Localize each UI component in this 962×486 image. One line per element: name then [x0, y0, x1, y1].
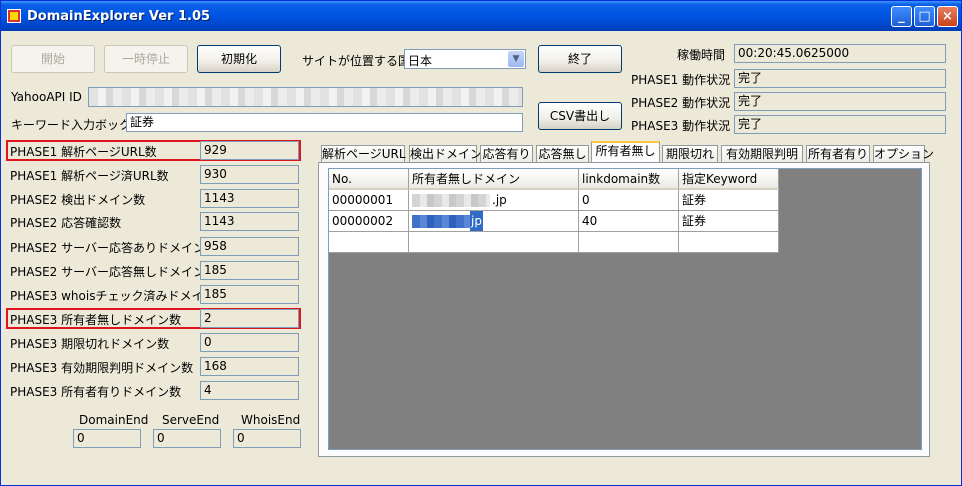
main-window: DomainExplorer Ver 1.05 _ □ × 開始 一時停止 初期… — [0, 0, 962, 486]
stat-value: 1143 — [200, 212, 299, 231]
cell-linkdomain[interactable]: 40 — [579, 211, 679, 232]
tab-response-no[interactable]: 応答無し — [536, 145, 589, 163]
domain-end-value: 0 — [73, 429, 141, 448]
title-bar[interactable]: DomainExplorer Ver 1.05 _ □ × — [1, 1, 961, 31]
stat-value: 2 — [200, 309, 299, 328]
app-icon — [7, 9, 21, 23]
stat-value: 1143 — [200, 189, 299, 208]
stat-label: PHASE3 期限切れドメイン数 — [10, 337, 170, 351]
column-header-no[interactable]: No. — [329, 169, 409, 190]
api-id-label: YahooAPI ID — [11, 90, 82, 104]
serve-end-value: 0 — [153, 429, 221, 448]
api-id-input[interactable] — [88, 87, 523, 107]
chevron-down-icon[interactable]: ▼ — [508, 51, 524, 67]
stat-value: 930 — [200, 165, 299, 184]
country-select-value: 日本 — [408, 54, 433, 68]
stat-value: 958 — [200, 237, 299, 256]
tab-no-owner[interactable]: 所有者無し — [591, 141, 660, 163]
phase3-status-label: PHASE3 動作状況 — [631, 119, 731, 133]
site-location-label: サイトが位置する国 — [302, 54, 411, 68]
serve-end-label: ServeEnd — [162, 413, 220, 427]
new-row-cell[interactable] — [679, 232, 779, 253]
csv-export-button[interactable]: CSV書出し — [538, 102, 622, 130]
exit-button[interactable]: 終了 — [538, 45, 622, 73]
domain-text: .jp — [492, 193, 507, 207]
stat-label: PHASE2 応答確認数 — [10, 216, 122, 230]
tab-response-yes[interactable]: 応答有り — [480, 145, 533, 163]
stat-label: PHASE3 whoisチェック済みドメイン数 — [10, 289, 228, 303]
stat-label: PHASE3 所有者有りドメイン数 — [10, 385, 182, 399]
phase1-status-label: PHASE1 動作状況 — [631, 73, 731, 87]
cell-domain[interactable]: .jp — [409, 190, 579, 211]
redacted-text — [412, 215, 470, 228]
runtime-label: 稼働時間 — [677, 48, 726, 62]
maximize-icon[interactable]: □ — [914, 6, 935, 27]
country-select[interactable]: 日本 ▼ — [404, 49, 526, 69]
whois-end-label: WhoisEnd — [241, 413, 301, 427]
tab-expired[interactable]: 期限切れ — [662, 145, 718, 163]
stat-value: 0 — [200, 333, 299, 352]
keyword-input[interactable]: 証券 — [126, 113, 523, 132]
keyword-label: キーワード入力ボックス — [11, 118, 143, 132]
pause-button[interactable]: 一時停止 — [104, 45, 188, 73]
stat-label: PHASE3 有効期限判明ドメイン数 — [10, 361, 194, 375]
stat-value: 4 — [200, 381, 299, 400]
column-header-domain[interactable]: 所有者無しドメイン — [409, 169, 579, 190]
new-row-cell[interactable] — [329, 232, 409, 253]
phase1-status-value: 完了 — [734, 69, 946, 88]
close-icon[interactable]: × — [937, 6, 958, 27]
stat-value: 929 — [200, 141, 299, 160]
cell-keyword[interactable]: 証券 — [679, 211, 779, 232]
domain-end-label: DomainEnd — [79, 413, 149, 427]
stat-label: PHASE3 所有者無しドメイン数 — [10, 313, 182, 327]
cell-no[interactable]: 00000001 — [329, 190, 409, 211]
phase2-status-value: 完了 — [734, 92, 946, 111]
whois-end-value: 0 — [233, 429, 301, 448]
domain-text: jp — [470, 211, 483, 231]
tab-owner-yes[interactable]: 所有者有り — [806, 145, 870, 163]
column-header-linkdomain[interactable]: linkdomain数 — [579, 169, 679, 190]
tab-analysis-url[interactable]: 解析ページURL — [321, 145, 406, 163]
new-row-cell[interactable] — [579, 232, 679, 253]
data-grid[interactable]: No. 所有者無しドメイン linkdomain数 指定Keyword 0000… — [328, 168, 922, 450]
stat-value: 185 — [200, 261, 299, 280]
start-button[interactable]: 開始 — [11, 45, 95, 73]
stat-label: PHASE2 サーバー応答無しドメイン数 — [10, 265, 217, 279]
stat-label: PHASE2 検出ドメイン数 — [10, 193, 146, 207]
stat-label: PHASE1 解析ページURL数 — [10, 145, 157, 159]
runtime-value: 00:20:45.0625000 — [734, 44, 946, 63]
column-header-keyword[interactable]: 指定Keyword — [679, 169, 779, 190]
stat-label: PHASE2 サーバー応答ありドメイン数 — [10, 241, 217, 255]
tab-detected-domain[interactable]: 検出ドメイン — [409, 145, 482, 163]
cell-linkdomain[interactable]: 0 — [579, 190, 679, 211]
new-row-cell[interactable] — [409, 232, 579, 253]
tab-options[interactable]: オプション — [873, 145, 934, 163]
cell-domain[interactable]: jp — [409, 211, 579, 232]
init-button[interactable]: 初期化 — [197, 45, 281, 73]
window-title: DomainExplorer Ver 1.05 — [27, 9, 211, 24]
stat-label: PHASE1 解析ページ済URL数 — [10, 169, 169, 183]
cell-no[interactable]: 00000002 — [329, 211, 409, 232]
stat-value: 168 — [200, 357, 299, 376]
redacted-text — [412, 194, 490, 207]
minimize-icon[interactable]: _ — [891, 6, 912, 27]
phase2-status-label: PHASE2 動作状況 — [631, 96, 731, 110]
stat-value: 185 — [200, 285, 299, 304]
cell-keyword[interactable]: 証券 — [679, 190, 779, 211]
phase3-status-value: 完了 — [734, 115, 946, 134]
tab-expiry-known[interactable]: 有効期限判明 — [721, 145, 803, 163]
